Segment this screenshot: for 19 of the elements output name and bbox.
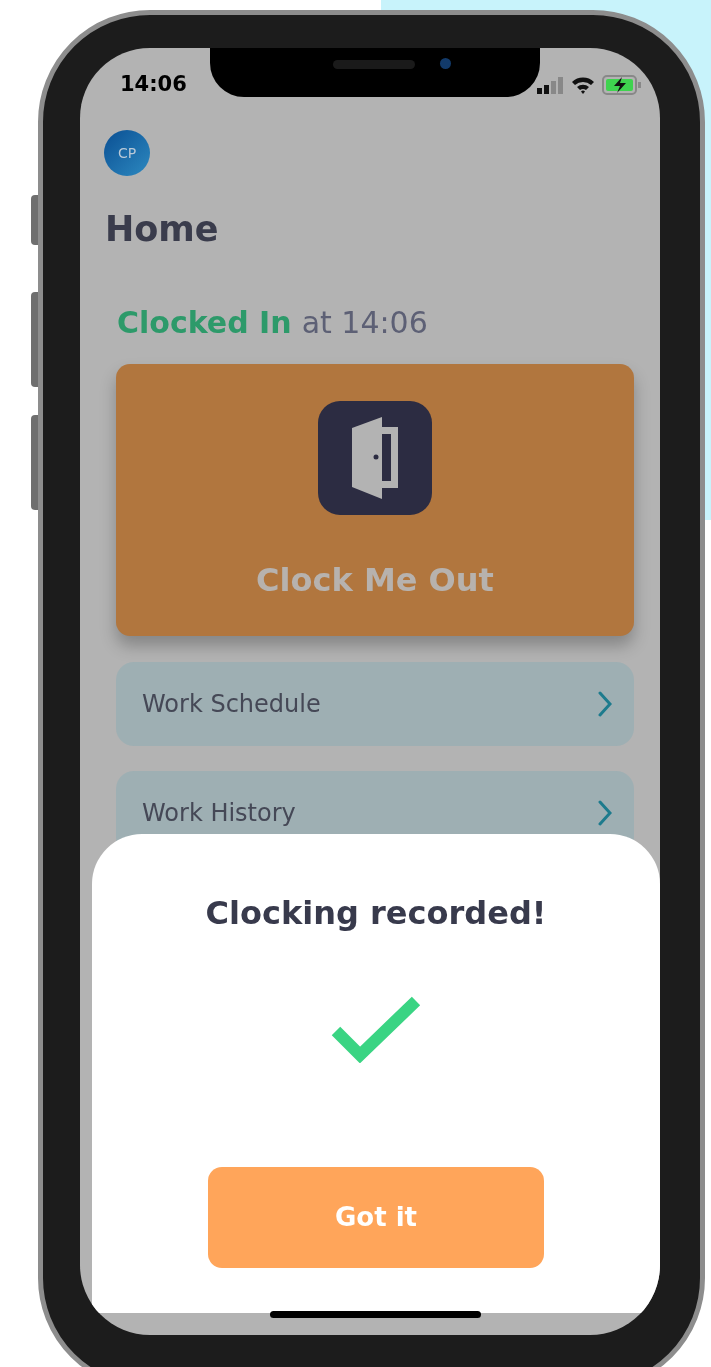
menu-item-label: Work Schedule <box>142 689 321 721</box>
page-title: Home <box>105 208 220 251</box>
got-it-button[interactable]: Got it <box>208 1167 544 1268</box>
chevron-right-icon <box>598 800 612 827</box>
battery-charging-icon <box>602 75 642 95</box>
clock-status: Clocked In <box>117 303 292 342</box>
wifi-icon <box>571 76 595 94</box>
status-time: 14:06 <box>120 71 187 99</box>
clock-time: at 14:06 <box>301 303 428 342</box>
signal-icon <box>537 76 564 94</box>
avatar[interactable]: CP <box>104 130 150 176</box>
clock-out-button[interactable]: Clock Me Out <box>116 364 634 637</box>
camera-lens <box>440 58 451 69</box>
menu-item-label: Work History <box>142 798 296 830</box>
dialog-title: Clocking recorded! <box>205 893 547 934</box>
door-icon <box>318 401 432 516</box>
menu-item[interactable]: Work Schedule <box>116 662 634 747</box>
chevron-right-icon <box>598 691 612 718</box>
checkmark-icon <box>330 995 422 1063</box>
